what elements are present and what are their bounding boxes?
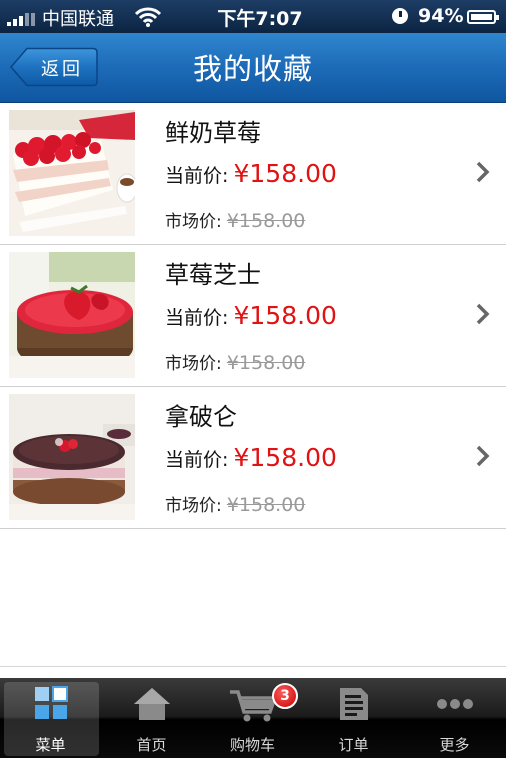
market-price-label: 市场价: xyxy=(165,354,222,374)
list-item[interactable]: 拿破仑 当前价: ¥158.00 市场价: ¥158.00 xyxy=(0,387,506,529)
market-price-row: 市场价: ¥158.00 xyxy=(165,491,305,516)
grid-icon xyxy=(34,686,68,719)
market-price-value: ¥158.00 xyxy=(226,494,306,516)
product-name: 草莓芝士 xyxy=(165,261,261,289)
page-title: 我的收藏 xyxy=(192,52,313,86)
alarm-clock-icon xyxy=(392,8,408,24)
tab-label: 订单 xyxy=(338,736,369,754)
chevron-right-icon xyxy=(476,303,490,325)
tab-orders[interactable]: 订单 xyxy=(303,678,404,758)
tab-menu[interactable]: 菜单 xyxy=(0,678,101,758)
home-icon xyxy=(133,688,170,720)
tab-home[interactable]: 首页 xyxy=(101,678,202,758)
current-price-row: 当前价: ¥158.00 xyxy=(165,443,337,472)
market-price-label: 市场价: xyxy=(165,496,222,516)
product-image xyxy=(9,394,135,520)
product-name: 鲜奶草莓 xyxy=(165,119,261,147)
chevron-right-icon xyxy=(476,445,490,467)
more-icon xyxy=(436,699,473,709)
current-price-value: ¥158.00 xyxy=(233,301,337,330)
market-price-row: 市场价: ¥158.00 xyxy=(165,349,305,374)
chevron-right-icon xyxy=(476,161,490,183)
current-price-value: ¥158.00 xyxy=(233,159,337,188)
current-price-label: 当前价: xyxy=(165,307,229,329)
tab-bar: 菜单 首页 购物车 订单 更多 3 xyxy=(0,678,506,758)
tab-label: 首页 xyxy=(136,736,167,754)
order-icon xyxy=(339,688,368,720)
market-price-value: ¥158.00 xyxy=(226,352,306,374)
product-image xyxy=(9,110,135,236)
list-item[interactable]: 鲜奶草莓 当前价: ¥158.00 市场价: ¥158.00 xyxy=(0,103,506,245)
signal-strength-icon xyxy=(7,12,37,26)
current-price-row: 当前价: ¥158.00 xyxy=(165,159,337,188)
tab-label: 更多 xyxy=(439,736,470,754)
cart-badge: 3 xyxy=(272,683,298,709)
cart-icon xyxy=(229,690,277,722)
divider xyxy=(0,666,506,667)
status-time: 下午7:07 xyxy=(217,8,303,30)
current-price-value: ¥158.00 xyxy=(233,443,337,472)
market-price-label: 市场价: xyxy=(165,212,222,232)
tab-more[interactable]: 更多 xyxy=(404,678,505,758)
tab-label: 菜单 xyxy=(35,736,66,754)
tab-label: 购物车 xyxy=(229,736,275,754)
product-image xyxy=(9,252,135,378)
battery-percentage: 94% xyxy=(418,5,464,27)
carrier-name: 中国联通 xyxy=(42,9,114,30)
navigation-bar: 返回 我的收藏 xyxy=(0,33,506,103)
current-price-label: 当前价: xyxy=(165,165,229,187)
battery-icon xyxy=(467,10,499,24)
current-price-label: 当前价: xyxy=(165,449,229,471)
current-price-row: 当前价: ¥158.00 xyxy=(165,301,337,330)
list-item[interactable]: 草莓芝士 当前价: ¥158.00 市场价: ¥158.00 xyxy=(0,245,506,387)
status-bar: 中国联通 下午7:07 94% xyxy=(0,0,506,33)
favorites-list: 鲜奶草莓 当前价: ¥158.00 市场价: ¥158.00 草莓芝士 当前价:… xyxy=(0,103,506,529)
wifi-icon xyxy=(135,7,161,27)
market-price-row: 市场价: ¥158.00 xyxy=(165,207,305,232)
product-name: 拿破仑 xyxy=(165,403,237,431)
market-price-value: ¥158.00 xyxy=(226,210,306,232)
